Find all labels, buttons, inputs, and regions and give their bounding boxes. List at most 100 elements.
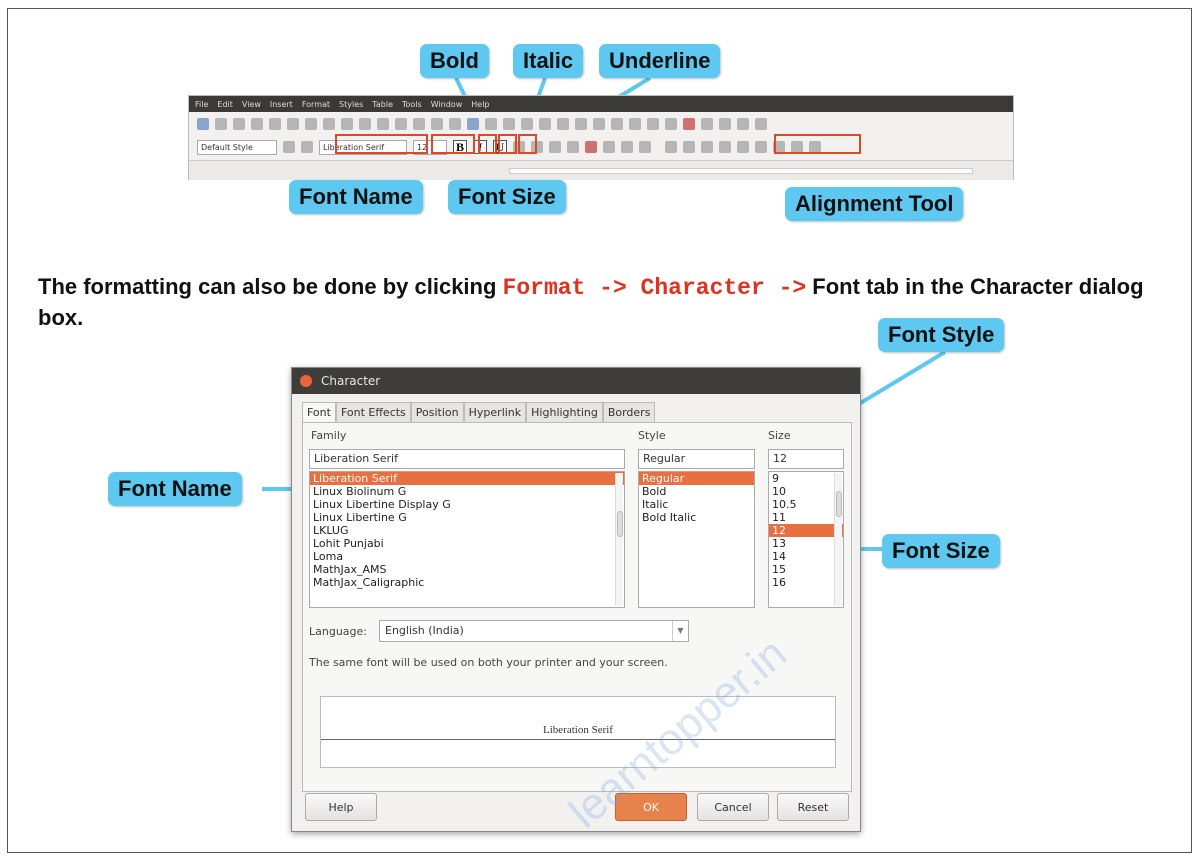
spelling-icon[interactable] <box>431 118 443 130</box>
tab-hyperlink[interactable]: Hyperlink <box>463 402 527 422</box>
redo-icon[interactable] <box>395 118 407 130</box>
help-button[interactable]: Help <box>305 793 377 821</box>
tab-font[interactable]: Font <box>302 402 336 422</box>
cut-icon[interactable] <box>305 118 317 130</box>
print-icon[interactable] <box>269 118 281 130</box>
open-icon[interactable] <box>215 118 227 130</box>
menu-styles[interactable]: Styles <box>339 100 363 109</box>
special-character-icon[interactable] <box>575 118 587 130</box>
line-icon[interactable] <box>719 118 731 130</box>
align-center-icon[interactable] <box>683 141 695 153</box>
tab-highlighting[interactable]: Highlighting <box>526 402 603 422</box>
style-item-regular[interactable]: Regular <box>639 472 754 485</box>
style-input[interactable]: Regular <box>638 449 755 469</box>
menu-insert[interactable]: Insert <box>270 100 293 109</box>
family-item-linux-biolinum[interactable]: Linux Biolinum G <box>310 485 624 498</box>
size-scrollbar[interactable] <box>834 473 842 606</box>
family-input[interactable]: Liberation Serif <box>309 449 625 469</box>
cross-reference-icon[interactable] <box>665 118 677 130</box>
update-style-icon[interactable] <box>283 141 295 153</box>
justify-icon[interactable] <box>719 141 731 153</box>
family-item-linux-libertine-display[interactable]: Linux Libertine Display G <box>310 498 624 511</box>
close-icon[interactable] <box>300 375 312 387</box>
bookmark-icon[interactable] <box>647 118 659 130</box>
paste-icon[interactable] <box>341 118 353 130</box>
size-item[interactable]: 13 <box>769 537 843 550</box>
insert-image-icon[interactable] <box>485 118 497 130</box>
line-spacing-icon[interactable] <box>737 141 749 153</box>
family-item-mathjax-ams[interactable]: MathJax_AMS <box>310 563 624 576</box>
style-item-italic[interactable]: Italic <box>639 498 754 511</box>
menu-window[interactable]: Window <box>431 100 463 109</box>
tab-position[interactable]: Position <box>410 402 464 422</box>
size-item[interactable]: 9 <box>769 472 843 485</box>
size-item[interactable]: 15 <box>769 563 843 576</box>
print-preview-icon[interactable] <box>287 118 299 130</box>
insert-chart-icon[interactable] <box>503 118 515 130</box>
save-icon[interactable] <box>233 118 245 130</box>
size-item[interactable]: 16 <box>769 576 843 589</box>
font-color-icon[interactable] <box>585 141 597 153</box>
insert-table-icon[interactable] <box>467 118 479 130</box>
family-item-lklug[interactable]: LKLUG <box>310 524 624 537</box>
style-item-bold[interactable]: Bold <box>639 485 754 498</box>
family-item-lohit-punjabi[interactable]: Lohit Punjabi <box>310 537 624 550</box>
new-style-icon[interactable] <box>301 141 313 153</box>
basic-shapes-icon[interactable] <box>737 118 749 130</box>
clone-formatting-icon[interactable] <box>359 118 371 130</box>
formatting-marks-icon[interactable] <box>449 118 461 130</box>
menu-help[interactable]: Help <box>471 100 489 109</box>
bullet-list-icon[interactable] <box>621 141 633 153</box>
family-list[interactable]: Liberation Serif Linux Biolinum G Linux … <box>309 471 625 608</box>
family-item-mathjax-caligraphic[interactable]: MathJax_Caligraphic <box>310 576 624 589</box>
highlight-color-icon[interactable] <box>603 141 615 153</box>
menu-file[interactable]: File <box>195 100 208 109</box>
menu-table[interactable]: Table <box>372 100 393 109</box>
comment-icon[interactable] <box>683 118 695 130</box>
endnote-icon[interactable] <box>629 118 641 130</box>
align-right-icon[interactable] <box>701 141 713 153</box>
reset-button[interactable]: Reset <box>777 793 849 821</box>
clear-formatting-icon[interactable] <box>567 141 579 153</box>
undo-icon[interactable] <box>377 118 389 130</box>
style-list[interactable]: Regular Bold Italic Bold Italic <box>638 471 755 608</box>
size-item[interactable]: 10 <box>769 485 843 498</box>
copy-icon[interactable] <box>323 118 335 130</box>
style-item-bold-italic[interactable]: Bold Italic <box>639 511 754 524</box>
family-item-loma[interactable]: Loma <box>310 550 624 563</box>
increase-spacing-icon[interactable] <box>755 141 767 153</box>
family-scrollbar[interactable] <box>615 473 623 606</box>
insert-field-icon[interactable] <box>557 118 569 130</box>
ruler[interactable] <box>189 160 1013 180</box>
family-scroll-thumb[interactable] <box>617 511 623 537</box>
track-changes-icon[interactable] <box>701 118 713 130</box>
hyperlink-icon[interactable] <box>593 118 605 130</box>
new-document-icon[interactable] <box>197 118 209 130</box>
subscript-icon[interactable] <box>549 141 561 153</box>
draw-function-icon[interactable] <box>755 118 767 130</box>
paragraph-style-combo[interactable]: Default Style <box>197 139 277 155</box>
tab-font-effects[interactable]: Font Effects <box>335 402 411 422</box>
menu-view[interactable]: View <box>242 100 261 109</box>
family-item-linux-libertine[interactable]: Linux Libertine G <box>310 511 624 524</box>
page-break-icon[interactable] <box>539 118 551 130</box>
tab-borders[interactable]: Borders <box>602 402 656 422</box>
export-icon[interactable] <box>251 118 263 130</box>
find-icon[interactable] <box>413 118 425 130</box>
insert-textbox-icon[interactable] <box>521 118 533 130</box>
size-list[interactable]: 9 10 10.5 11 12 13 14 15 16 <box>768 471 844 608</box>
cancel-button[interactable]: Cancel <box>697 793 769 821</box>
align-left-icon[interactable] <box>665 141 677 153</box>
size-item[interactable]: 11 <box>769 511 843 524</box>
language-select[interactable]: English (India) ▼ <box>379 620 689 642</box>
size-item[interactable]: 14 <box>769 550 843 563</box>
size-item-selected[interactable]: 12 <box>769 524 843 537</box>
numbered-list-icon[interactable] <box>639 141 651 153</box>
size-input[interactable]: 12 <box>768 449 844 469</box>
menu-tools[interactable]: Tools <box>402 100 422 109</box>
size-item[interactable]: 10.5 <box>769 498 843 511</box>
size-scroll-thumb[interactable] <box>836 491 842 517</box>
family-item-liberation-serif[interactable]: Liberation Serif <box>310 472 624 485</box>
footnote-icon[interactable] <box>611 118 623 130</box>
menu-format[interactable]: Format <box>302 100 330 109</box>
